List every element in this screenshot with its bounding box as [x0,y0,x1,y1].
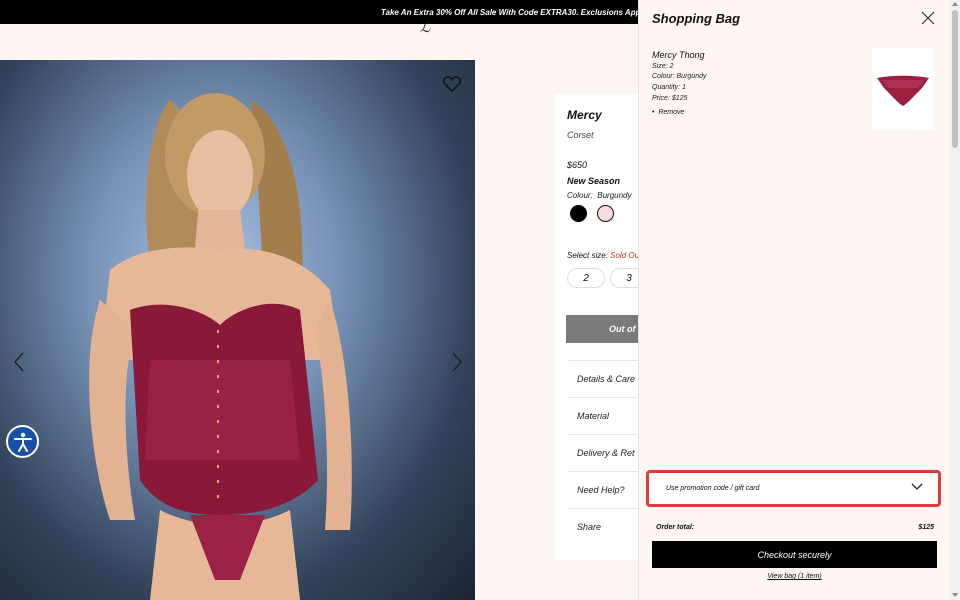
product-name: Mercy [567,108,602,122]
order-total-value: $125 [918,524,934,531]
remove-label: Remove [658,109,685,116]
thong-image [877,75,929,106]
accessibility-button[interactable] [6,425,39,458]
scrollbar[interactable] [950,0,960,600]
promo-banner-text: Take An Extra 30% Off All Sale With Code… [380,7,650,17]
scroll-down-icon[interactable] [952,593,958,597]
close-icon[interactable] [921,11,935,25]
accordion-details-care[interactable]: Details & Care [567,360,639,397]
accordion-material[interactable]: Material [567,397,639,434]
accordion-need-help[interactable]: Need Help? [567,471,639,508]
select-size-label: Select size: [567,251,608,260]
product-image [0,60,475,600]
size-option-3[interactable]: 3 [610,268,639,288]
promo-code-toggle[interactable]: Use promotion code / gift card [646,470,941,507]
product-price: $650 [567,160,588,170]
bag-title: Shopping Bag [652,11,741,26]
accordion-share[interactable]: Share [567,508,639,545]
colour-label: Colour: [567,191,593,200]
remove-item-button[interactable]: • Remove [652,109,684,116]
accordion-delivery-returns[interactable]: Delivery & Ret [567,434,639,471]
order-total-label: Order total: [656,524,695,531]
promo-label: Use promotion code / gift card [666,485,760,492]
swatch-black[interactable] [570,205,587,222]
brand-logo[interactable]: ℒ [420,20,430,36]
colour-info: Colour: Burgundy [567,191,632,200]
checkout-button[interactable]: Checkout securely [652,541,937,568]
scroll-up-icon[interactable] [952,2,958,6]
size-label: Select size: Sold Ou [567,251,639,260]
colour-value: Burgundy [597,191,632,200]
swatch-pink[interactable] [597,205,614,222]
out-of-stock-button[interactable]: Out of [566,315,639,343]
bag-item-price: Price: $125 [652,95,688,102]
chevron-left-icon[interactable] [10,350,30,374]
shopping-bag-drawer: Shopping Bag Mercy Thong Size: 2 Colour:… [639,0,950,600]
model-photo-illustration [89,93,352,600]
bag-item-quantity: Quantity: 1 [652,84,686,91]
chevron-down-icon [911,483,923,490]
bag-item-name[interactable]: Mercy Thong [652,50,705,60]
product-type: Corset [567,130,594,140]
view-bag-container: View bag (1 item) [639,573,950,580]
size-option-2[interactable]: 2 [567,268,605,288]
accessibility-icon [13,432,32,452]
view-bag-link[interactable]: View bag (1 item) [767,573,821,580]
sold-out-text: Sold Ou [610,251,639,260]
bag-item-size: Size: 2 [652,63,674,70]
chevron-right-icon[interactable] [446,350,466,374]
product-details-panel: Mercy Corset $650 New Season Colour: Bur… [555,94,639,560]
bag-item-thumbnail[interactable] [872,48,934,130]
scroll-thumb[interactable] [952,10,958,148]
season-badge: New Season [567,176,621,186]
bag-item-colour: Colour: Burgundy [652,73,707,80]
heart-icon[interactable] [443,76,461,92]
